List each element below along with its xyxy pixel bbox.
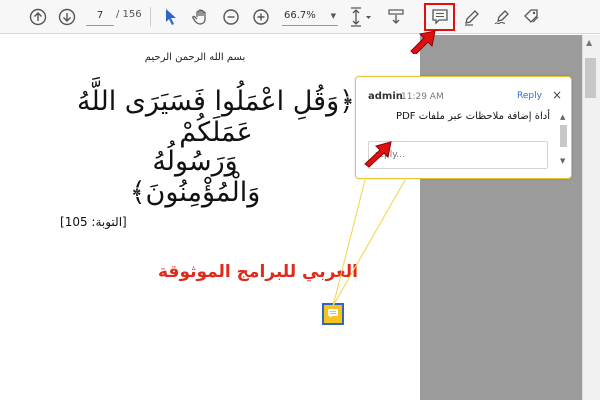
select-tool-button[interactable] bbox=[160, 6, 182, 28]
reply-link[interactable]: Reply bbox=[517, 91, 542, 101]
fit-page-icon bbox=[351, 7, 371, 27]
comment-popup: admin 11:29 AM Reply × أداة إضافة ملاحظا… bbox=[355, 76, 572, 179]
zoom-out-button[interactable] bbox=[220, 6, 242, 28]
annotation-highlight-box bbox=[424, 3, 455, 31]
page-number-input[interactable] bbox=[86, 6, 114, 26]
popup-scrollbar-thumb[interactable] bbox=[560, 125, 567, 147]
brand-text: العربي للبرامج الموثوقة bbox=[158, 262, 358, 282]
pen-tool-button[interactable] bbox=[461, 6, 483, 28]
pen-icon bbox=[465, 10, 479, 26]
scrollbar-thumb[interactable] bbox=[585, 58, 596, 98]
zoom-value: 66.7% bbox=[284, 10, 316, 21]
comment-author: admin bbox=[368, 91, 403, 102]
zoom-in-button[interactable] bbox=[250, 6, 272, 28]
fit-page-button[interactable] bbox=[346, 5, 374, 29]
arrow-up-circle-icon bbox=[29, 8, 47, 26]
zoom-select[interactable]: 66.7% ▼ bbox=[282, 6, 338, 26]
popup-scroll-down-icon[interactable]: ▼ bbox=[560, 157, 565, 165]
comment-time: 11:29 AM bbox=[401, 92, 444, 102]
verse-reference: [التوبة: 105] bbox=[60, 215, 127, 229]
cursor-arrow-icon bbox=[166, 9, 176, 25]
verse-line-1: ﴿وَقُلِ اعْمَلُوا فَسَيَرَى اللَّهُ عَمَ… bbox=[77, 86, 355, 148]
signature-tool-button[interactable] bbox=[491, 6, 513, 28]
scroll-up-arrow-icon[interactable]: ▲ bbox=[586, 38, 592, 47]
scroll-mode-button[interactable] bbox=[384, 6, 408, 28]
page-total-label: / 156 bbox=[116, 9, 142, 20]
zoom-in-icon bbox=[253, 9, 269, 25]
signature-icon bbox=[494, 10, 509, 25]
hand-icon bbox=[192, 9, 206, 25]
arrow-down-circle-icon bbox=[58, 8, 76, 26]
zoom-out-icon bbox=[223, 9, 239, 25]
chevron-down-icon: ▼ bbox=[330, 11, 336, 20]
note-comment-icon bbox=[328, 309, 338, 318]
comment-text: أداة إضافة ملاحظات عبر ملفات PDF bbox=[396, 111, 550, 122]
scroll-mode-icon bbox=[388, 9, 404, 24]
popup-scroll-up-icon[interactable]: ▲ bbox=[560, 113, 565, 121]
sticky-note-marker[interactable] bbox=[322, 303, 344, 325]
hand-tool-button[interactable] bbox=[190, 6, 212, 28]
eraser-tool-button[interactable] bbox=[521, 6, 543, 28]
toolbar: / 156 66.7% ▼ bbox=[0, 0, 600, 34]
verse-line-2: وَرَسُولُهُ وَالْمُؤْمِنُونَ﴾ bbox=[129, 146, 261, 208]
bismillah-text: بسم الله الرحمن الرحيم bbox=[144, 52, 246, 63]
toolbar-divider bbox=[150, 7, 151, 27]
eraser-tag-icon bbox=[524, 9, 539, 23]
close-icon[interactable]: × bbox=[552, 88, 562, 102]
reply-input[interactable] bbox=[368, 141, 548, 169]
next-page-button[interactable] bbox=[56, 6, 78, 28]
previous-page-button[interactable] bbox=[27, 6, 49, 28]
